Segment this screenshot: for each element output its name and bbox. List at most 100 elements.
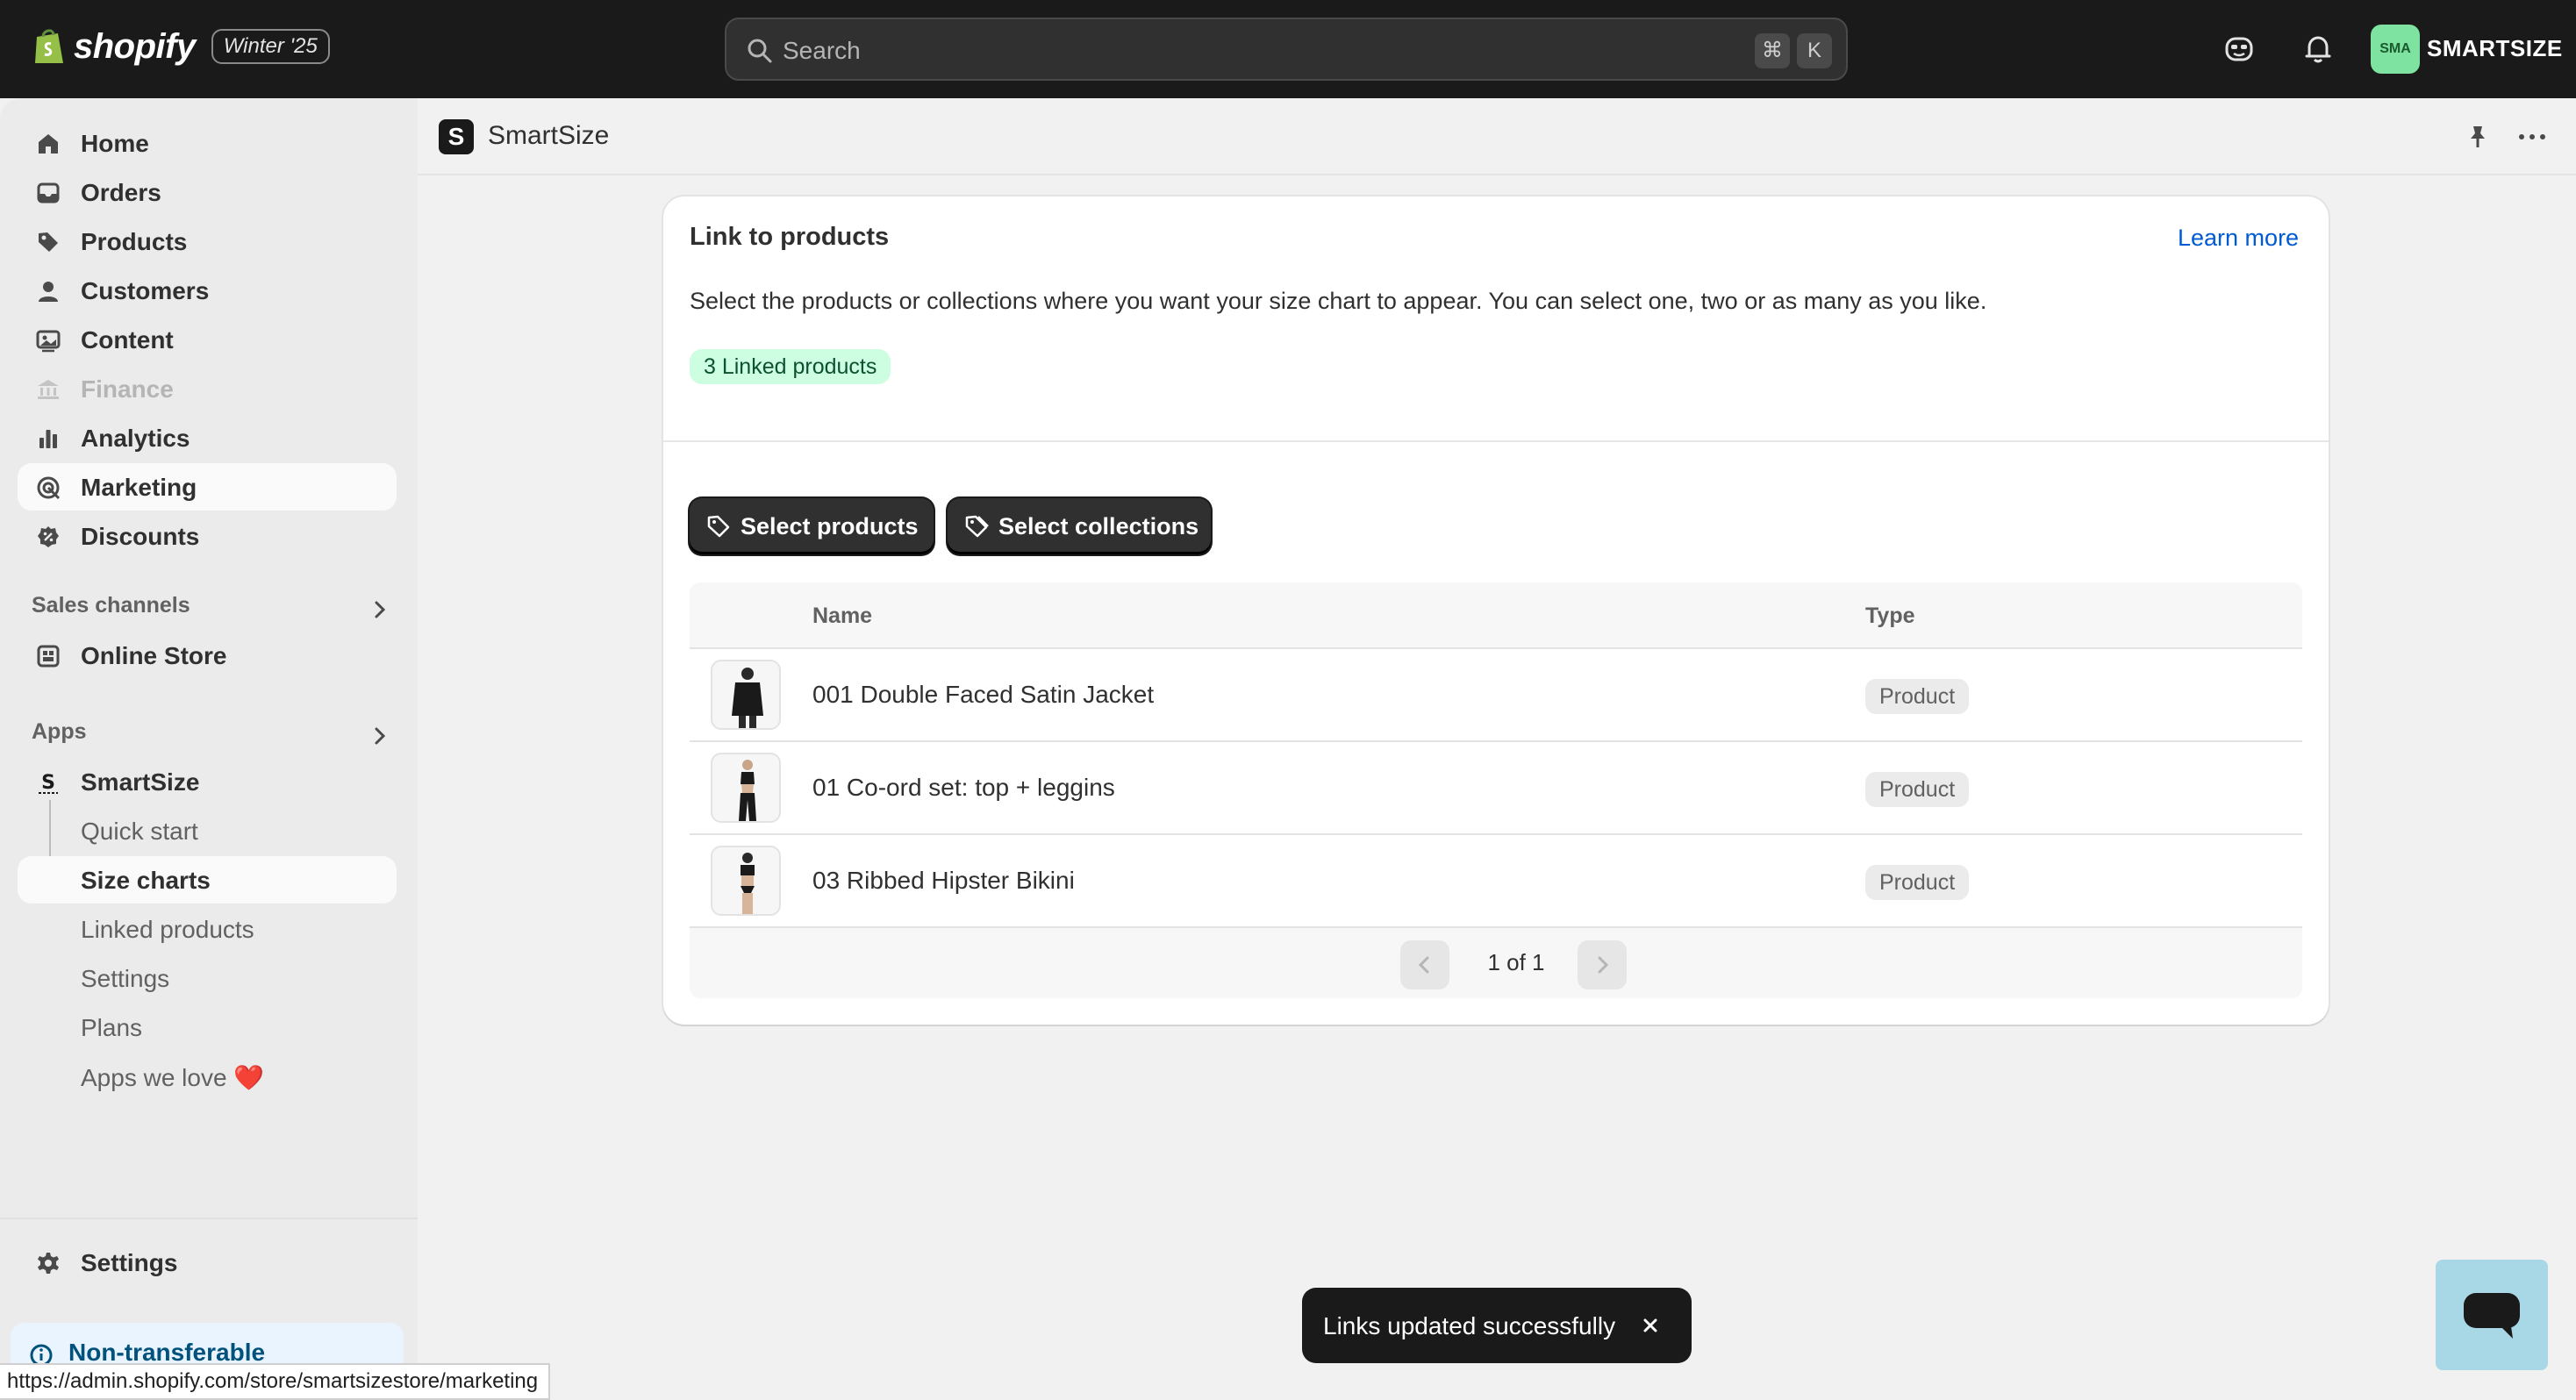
sidebar-label: SmartSize	[81, 768, 200, 796]
more-options-icon[interactable]	[2515, 123, 2550, 151]
card-divider	[663, 440, 2329, 442]
store-icon	[37, 645, 60, 668]
linked-products-badge: 3 Linked products	[690, 349, 891, 384]
pagination-text: 1 of 1	[1487, 949, 1545, 975]
sidebar-item-online-store[interactable]: Online Store	[18, 632, 397, 679]
product-type-badge: Product	[1865, 679, 1970, 714]
bell-icon[interactable]	[2301, 32, 2336, 67]
card-description: Select the products or collections where…	[690, 288, 1987, 314]
sidebar-item-finance: Finance	[18, 365, 397, 412]
search-placeholder: Search	[783, 37, 861, 64]
product-image-coord-set	[739, 760, 756, 821]
sidebar-items: Home Orders Products Customers Content F…	[0, 0, 551, 1400]
sidebar-label: Online Store	[81, 642, 227, 669]
sidebar-label: Orders	[81, 179, 161, 206]
sidebar-label: Linked products	[81, 916, 254, 943]
sidebar-divider	[0, 1218, 418, 1219]
product-name: 03 Ribbed Hipster Bikini	[812, 867, 1075, 894]
table-row[interactable]: 03 Ribbed Hipster Bikini Product	[690, 835, 2302, 928]
sidebar-item-settings-app[interactable]: Settings	[18, 954, 397, 1002]
person-icon	[39, 282, 58, 302]
apps-heading[interactable]: Apps	[32, 719, 87, 745]
select-collections-button[interactable]: Select collections	[948, 498, 1211, 554]
svg-text:S: S	[41, 772, 55, 794]
sidebar-label: Size charts	[81, 867, 211, 894]
app-title: SmartSize	[488, 121, 610, 150]
table-row[interactable]: 01 Co-ord set: top + leggins Product	[690, 742, 2302, 835]
tag-outline-icon	[707, 515, 730, 538]
sidebar-label: Plans	[81, 1014, 143, 1041]
status-bar-url: https://admin.shopify.com/store/smartsiz…	[0, 1363, 551, 1400]
shortcut-k-key: K	[1797, 33, 1832, 68]
chevron-left-icon	[1418, 956, 1429, 974]
bar-chart-icon	[39, 430, 57, 448]
sidebar-label: Apps we love ❤️	[81, 1064, 265, 1091]
sidebar-item-analytics[interactable]: Analytics	[18, 414, 397, 461]
sidebar-label: Customers	[81, 277, 210, 304]
discount-icon	[38, 526, 59, 547]
content-icon	[36, 330, 61, 353]
sidebar-label: Settings	[81, 1249, 178, 1276]
sidebar-item-customers[interactable]: Customers	[18, 267, 397, 314]
sidebar-label: Analytics	[81, 425, 190, 452]
gear-icon	[38, 1253, 59, 1274]
chevron-right-icon[interactable]	[369, 598, 391, 621]
sidebar-item-discounts[interactable]: Discounts	[18, 512, 397, 560]
table-row[interactable]: 001 Double Faced Satin Jacket Product	[690, 649, 2302, 742]
pin-icon[interactable]	[2464, 123, 2492, 151]
sidebar-item-size-charts[interactable]: Size charts	[18, 856, 397, 904]
chat-widget-button[interactable]	[2436, 1260, 2548, 1370]
sidebar-label: Quick start	[81, 818, 198, 845]
sidebar-item-home[interactable]: Home	[18, 119, 397, 167]
sales-channels-heading[interactable]: Sales channels	[32, 593, 190, 618]
table-pagination: 1 of 1	[690, 928, 2302, 998]
card-title: Link to products	[690, 223, 890, 251]
inbox-icon	[37, 182, 60, 204]
sidebar-item-quick-start[interactable]: Quick start	[18, 807, 397, 854]
chat-bubble-icon	[2464, 1293, 2520, 1339]
link-to-products-card: Link to products Learn more Select the p…	[663, 196, 2329, 1025]
next-page-button[interactable]	[1578, 940, 1627, 989]
avatar[interactable]: SMA	[2371, 25, 2420, 74]
sidebar-item-content[interactable]: Content	[18, 316, 397, 363]
sidekick-icon[interactable]	[2222, 32, 2257, 67]
close-icon[interactable]	[1639, 1314, 1662, 1337]
store-name[interactable]: SMARTSIZE	[2427, 35, 2563, 62]
table-header: Name Type	[690, 582, 2302, 649]
select-products-label: Select products	[741, 512, 919, 539]
chevron-right-icon[interactable]	[369, 725, 391, 747]
bank-icon	[38, 380, 59, 399]
sidebar-label: Home	[81, 130, 149, 157]
success-toast: Links updated successfully	[1302, 1288, 1692, 1363]
search-input[interactable]: Search ⌘ K	[725, 18, 1848, 81]
product-name: 01 Co-ord set: top + leggins	[812, 774, 1115, 801]
product-image-jacket	[732, 668, 763, 728]
sidebar-item-products[interactable]: Products	[18, 218, 397, 265]
search-icon	[748, 39, 772, 63]
sidebar-item-marketing[interactable]: Marketing	[18, 463, 397, 511]
sidebar-label: Settings	[81, 965, 170, 992]
learn-more-link[interactable]: Learn more	[2178, 225, 2299, 252]
sidebar-item-smartsize[interactable]: S SmartSize	[18, 758, 397, 805]
select-products-button[interactable]: Select products	[690, 498, 934, 554]
product-thumbnail	[711, 753, 781, 823]
product-type-badge: Product	[1865, 772, 1970, 807]
sidebar-item-orders[interactable]: Orders	[18, 168, 397, 216]
previous-page-button[interactable]	[1400, 940, 1449, 989]
sidebar-label: Discounts	[81, 523, 200, 550]
product-thumbnail	[711, 846, 781, 916]
toast-message: Links updated successfully	[1323, 1312, 1616, 1339]
app-header: S SmartSize	[418, 98, 2576, 175]
product-name: 001 Double Faced Satin Jacket	[812, 681, 1155, 708]
smartsize-logo: S	[439, 119, 474, 154]
sidebar-label: Content	[81, 326, 174, 354]
home-icon	[39, 134, 58, 154]
chevron-right-icon	[1598, 956, 1609, 974]
tags-outline-icon	[965, 515, 989, 538]
shortcut-cmd-key: ⌘	[1755, 33, 1790, 68]
sidebar-item-plans[interactable]: Plans	[18, 1004, 397, 1051]
sidebar-item-apps-we-love[interactable]: Apps we love ❤️	[18, 1053, 397, 1100]
column-type: Type	[1865, 604, 1915, 628]
sidebar-item-linked-products[interactable]: Linked products	[18, 905, 397, 953]
sidebar-item-settings[interactable]: Settings	[18, 1239, 397, 1286]
